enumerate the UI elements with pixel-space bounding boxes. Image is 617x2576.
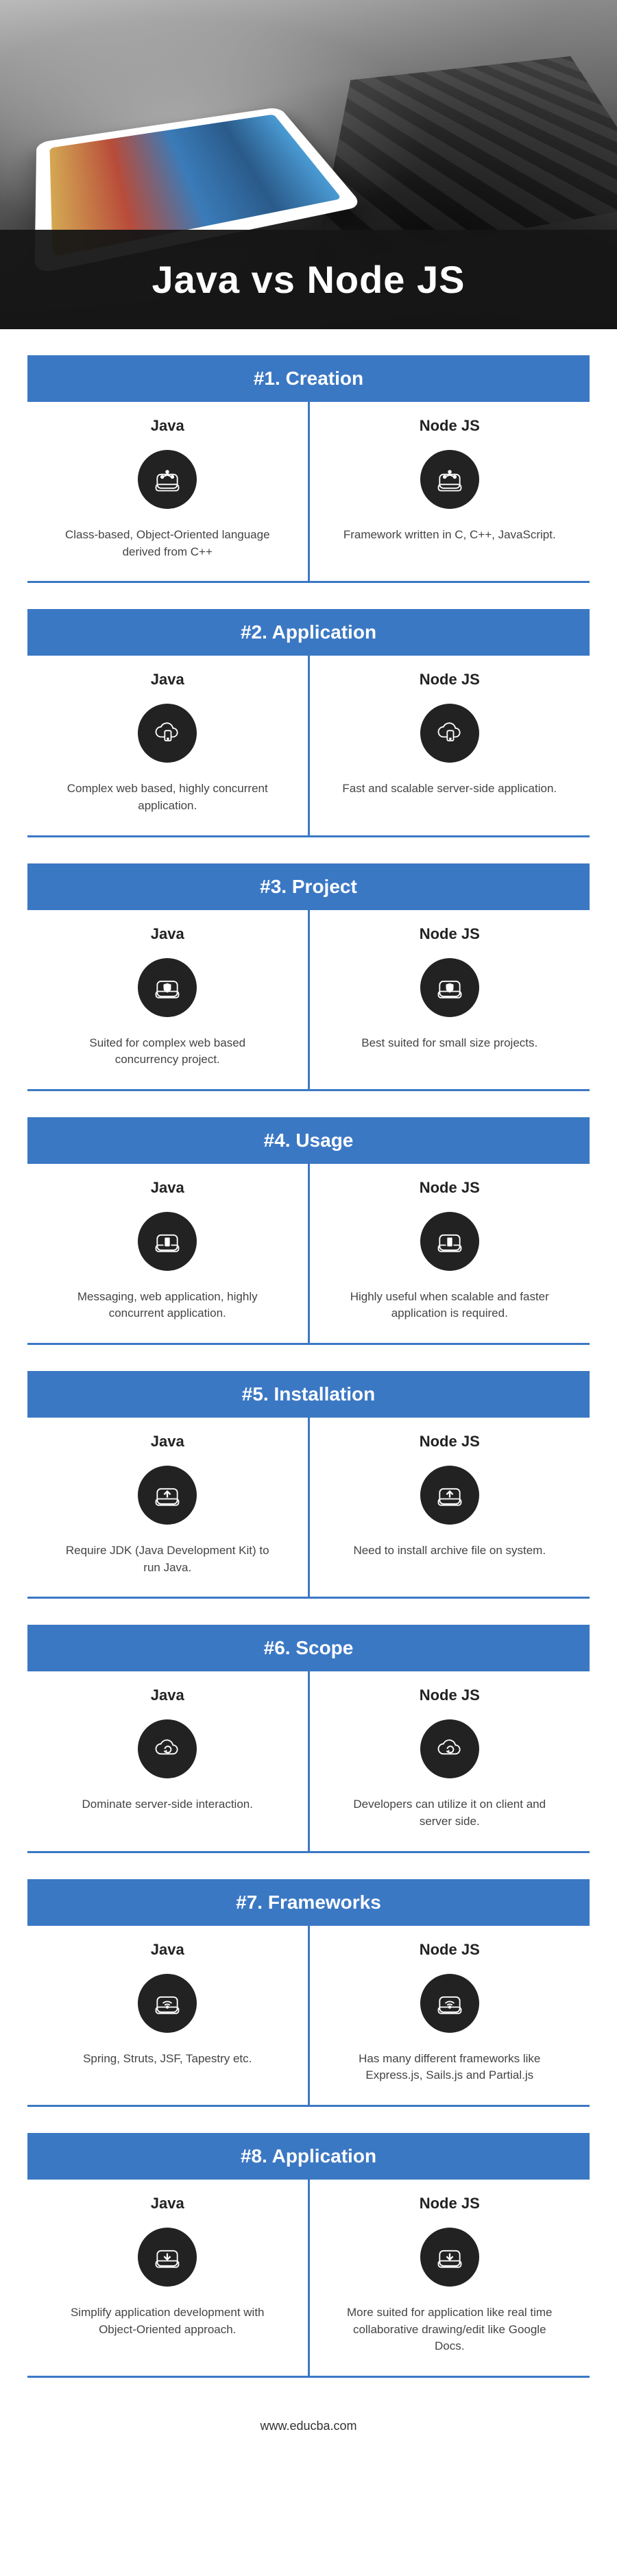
hdd-phone-icon xyxy=(138,1212,197,1271)
node-column: Node JS Has many different frameworks lik… xyxy=(310,1926,590,2105)
section-header: #4. Usage xyxy=(27,1117,590,1164)
column-title: Node JS xyxy=(324,2195,577,2213)
description-text: Simplify application development with Ob… xyxy=(58,2304,277,2338)
comparison-row: Java Dominate server-side interaction. Nod… xyxy=(27,1671,590,1852)
hdd-shield-icon xyxy=(420,958,479,1017)
java-column: Java Suited for complex web based concurr… xyxy=(27,910,310,1089)
cloud-phone-icon xyxy=(138,704,197,763)
column-title: Java xyxy=(41,1941,294,1959)
description-text: Messaging, web application, highly concu… xyxy=(58,1289,277,1322)
column-title: Java xyxy=(41,1179,294,1197)
comparison-row: Java Messaging, web application, highly c… xyxy=(27,1164,590,1345)
node-column: Node JS Fast and scalable server-side app… xyxy=(310,656,590,835)
hdd-wifi-icon xyxy=(420,1974,479,2033)
comparison-row: Java Simplify application development wit… xyxy=(27,2180,590,2378)
column-title: Node JS xyxy=(324,417,577,435)
column-title: Node JS xyxy=(324,671,577,689)
java-column: Java Simplify application development wit… xyxy=(27,2180,310,2376)
comparison-section: #3. Project Java Suited for complex web ba… xyxy=(0,863,617,1091)
hdd-download-icon xyxy=(420,2228,479,2287)
hdd-tree-icon xyxy=(420,450,479,509)
description-text: Developers can utilize it on client and … xyxy=(340,1796,559,1830)
column-title: Node JS xyxy=(324,925,577,943)
description-text: Has many different frameworks like Expre… xyxy=(340,2051,559,2084)
description-text: Require JDK (Java Development Kit) to ru… xyxy=(58,1542,277,1576)
hdd-tree-icon xyxy=(138,450,197,509)
description-text: Fast and scalable server-side applicatio… xyxy=(340,780,559,798)
cloud-refresh-icon xyxy=(138,1719,197,1778)
description-text: Dominate server-side interaction. xyxy=(58,1796,277,1813)
description-text: Need to install archive file on system. xyxy=(340,1542,559,1560)
comparison-section: #5. Installation Java Require JDK (Java De… xyxy=(0,1371,617,1599)
node-column: Node JS Highly useful when scalable and f… xyxy=(310,1164,590,1343)
node-column: Node JS Developers can utilize it on clie… xyxy=(310,1671,590,1850)
description-text: Spring, Struts, JSF, Tapestry etc. xyxy=(58,2051,277,2068)
section-header: #6. Scope xyxy=(27,1625,590,1671)
section-header: #2. Application xyxy=(27,609,590,656)
node-column: Node JS More suited for application like … xyxy=(310,2180,590,2376)
description-text: Class-based, Object-Oriented language de… xyxy=(58,527,277,560)
description-text: Highly useful when scalable and faster a… xyxy=(340,1289,559,1322)
hdd-phone-icon xyxy=(420,1212,479,1271)
cloud-refresh-icon xyxy=(420,1719,479,1778)
hero-banner: Java vs Node JS xyxy=(0,0,617,329)
java-column: Java Spring, Struts, JSF, Tapestry etc. xyxy=(27,1926,310,2105)
section-header: #3. Project xyxy=(27,863,590,910)
description-text: More suited for application like real ti… xyxy=(340,2304,559,2355)
column-title: Java xyxy=(41,671,294,689)
hdd-shield-icon xyxy=(138,958,197,1017)
java-column: Java Dominate server-side interaction. xyxy=(27,1671,310,1850)
footer-url: www.educba.com xyxy=(0,2378,617,2461)
page-title: Java vs Node JS xyxy=(14,257,603,302)
node-column: Node JS Need to install archive file on s… xyxy=(310,1418,590,1597)
comparison-row: Java Class-based, Object-Oriented languag… xyxy=(27,402,590,583)
section-header: #7. Frameworks xyxy=(27,1879,590,1926)
comparison-row: Java Require JDK (Java Development Kit) t… xyxy=(27,1418,590,1599)
comparison-row: Java Spring, Struts, JSF, Tapestry etc. No… xyxy=(27,1926,590,2107)
description-text: Complex web based, highly concurrent app… xyxy=(58,780,277,814)
column-title: Node JS xyxy=(324,1433,577,1451)
node-column: Node JS Framework written in C, C++, Java… xyxy=(310,402,590,581)
java-column: Java Require JDK (Java Development Kit) t… xyxy=(27,1418,310,1597)
section-header: #5. Installation xyxy=(27,1371,590,1418)
comparison-section: #2. Application Java Complex web based, hi… xyxy=(0,609,617,837)
column-title: Java xyxy=(41,1686,294,1704)
comparison-section: #8. Application Java Simplify application … xyxy=(0,2133,617,2378)
comparison-row: Java Complex web based, highly concurrent… xyxy=(27,656,590,837)
description-text: Framework written in C, C++, JavaScript. xyxy=(340,527,559,544)
column-title: Node JS xyxy=(324,1941,577,1959)
comparison-row: Java Suited for complex web based concurr… xyxy=(27,910,590,1091)
hdd-upload-icon xyxy=(420,1466,479,1525)
hero-title-bar: Java vs Node JS xyxy=(0,230,617,329)
comparison-section: #7. Frameworks Java Spring, Struts, JSF, T… xyxy=(0,1879,617,2107)
description-text: Suited for complex web based concurrency… xyxy=(58,1035,277,1069)
java-column: Java Class-based, Object-Oriented languag… xyxy=(27,402,310,581)
column-title: Node JS xyxy=(324,1179,577,1197)
description-text: Best suited for small size projects. xyxy=(340,1035,559,1052)
hdd-download-icon xyxy=(138,2228,197,2287)
column-title: Java xyxy=(41,925,294,943)
comparison-section: #4. Usage Java Messaging, web application,… xyxy=(0,1117,617,1345)
column-title: Java xyxy=(41,1433,294,1451)
hdd-wifi-icon xyxy=(138,1974,197,2033)
node-column: Node JS Best suited for small size projec… xyxy=(310,910,590,1089)
column-title: Java xyxy=(41,2195,294,2213)
section-header: #1. Creation xyxy=(27,355,590,402)
column-title: Java xyxy=(41,417,294,435)
cloud-phone-icon xyxy=(420,704,479,763)
column-title: Node JS xyxy=(324,1686,577,1704)
section-header: #8. Application xyxy=(27,2133,590,2180)
comparison-section: #1. Creation Java Class-based, Object-Orie… xyxy=(0,355,617,583)
comparison-section: #6. Scope Java Dominate server-side intera… xyxy=(0,1625,617,1852)
java-column: Java Complex web based, highly concurrent… xyxy=(27,656,310,835)
java-column: Java Messaging, web application, highly c… xyxy=(27,1164,310,1343)
hdd-upload-icon xyxy=(138,1466,197,1525)
